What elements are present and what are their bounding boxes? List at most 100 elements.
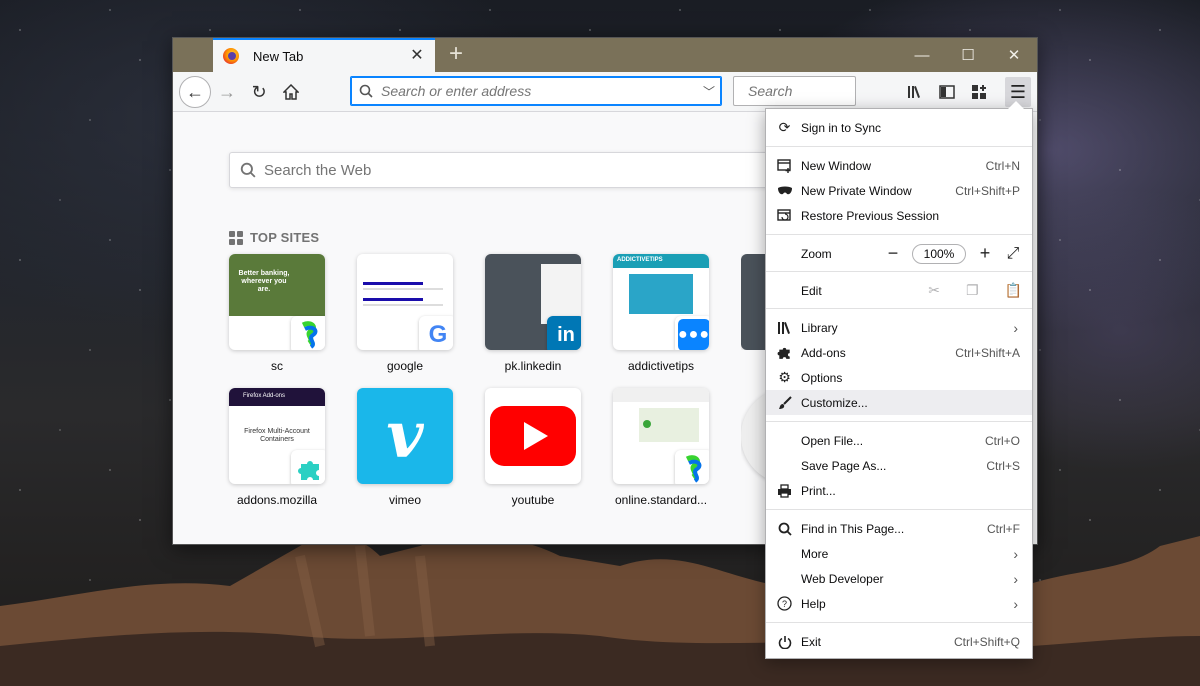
title-bar: New Tab ✕ + — ☐ ✕ <box>173 38 1037 72</box>
top-site-linkedin[interactable]: in pk.linkedin <box>485 254 581 373</box>
puzzle-piece-icon <box>776 344 793 361</box>
menu-shortcut: Ctrl+Shift+A <box>955 345 1020 360</box>
extensions-icon[interactable] <box>965 78 993 106</box>
menu-item-label: New Private Window <box>801 183 912 198</box>
top-site-youtube[interactable]: youtube <box>485 388 581 507</box>
menu-restore-session[interactable]: Restore Previous Session <box>766 203 1032 228</box>
menu-print[interactable]: Print... <box>766 478 1032 503</box>
library-icon <box>776 319 793 336</box>
menu-separator <box>766 509 1032 510</box>
new-window-icon <box>776 157 793 174</box>
menu-options[interactable]: ⚙ Options <box>766 365 1032 390</box>
menu-save-page[interactable]: Save Page As... Ctrl+S <box>766 453 1032 478</box>
menu-web-developer[interactable]: Web Developer › <box>766 566 1032 591</box>
chevron-down-icon[interactable]: ﹀ <box>697 83 721 100</box>
zoom-out-minus-icon[interactable]: − <box>884 243 902 264</box>
google-logo-icon: G <box>419 316 453 350</box>
library-icon[interactable] <box>901 78 929 106</box>
menu-item-label: Find in This Page... <box>801 521 905 536</box>
chevron-right-icon: › <box>1013 319 1018 336</box>
menu-shortcut: Ctrl+S <box>986 458 1020 473</box>
menu-separator <box>766 308 1032 309</box>
top-sites-title: TOP SITES <box>250 230 320 245</box>
search-bar[interactable] <box>733 76 930 106</box>
site-thumbnail: ADDICTIVETIPS ●●● <box>613 254 709 350</box>
minimize-icon[interactable]: — <box>899 38 945 72</box>
site-label: addons.mozilla <box>236 493 318 507</box>
edit-controls: ✂ ❐ 📋 <box>928 278 1022 303</box>
tab-new-tab[interactable]: New Tab ✕ <box>213 38 435 72</box>
thumbnail-banner-text: Better banking, wherever you are. <box>238 270 290 293</box>
navigation-toolbar: ← → ↻ ﹀ ☰ <box>173 72 1037 112</box>
menu-add-ons[interactable]: Add-ons Ctrl+Shift+A <box>766 340 1032 365</box>
address-input[interactable] <box>381 83 697 99</box>
app-menu-panel: ⟳ Sign in to Sync New Window Ctrl+N New … <box>765 101 1033 659</box>
thumbnail-header-text: Firefox Add-ons <box>243 393 286 399</box>
menu-item-label: Print... <box>801 483 836 498</box>
home-icon[interactable] <box>277 78 305 106</box>
zoom-in-plus-icon[interactable]: + <box>976 243 994 264</box>
menu-item-label: Options <box>801 370 843 385</box>
menu-item-label: Customize... <box>801 395 868 410</box>
sync-icon: ⟳ <box>778 119 791 135</box>
menu-more[interactable]: More › <box>766 541 1032 566</box>
menu-separator <box>766 271 1032 272</box>
menu-shortcut: Ctrl+O <box>984 433 1020 448</box>
linkedin-logo-icon: in <box>547 316 581 350</box>
site-thumbnail: G <box>357 254 453 350</box>
reload-icon[interactable]: ↻ <box>245 78 273 106</box>
site-label: online.standard... <box>614 493 708 507</box>
top-site-sc[interactable]: Better banking, wherever you are. sc <box>229 254 325 373</box>
menu-find-in-page[interactable]: Find in This Page... Ctrl+F <box>766 516 1032 541</box>
menu-exit[interactable]: Exit Ctrl+Shift+Q <box>766 629 1032 654</box>
vimeo-logo-icon: v <box>357 388 453 484</box>
power-icon <box>776 633 793 650</box>
address-bar[interactable]: ﹀ <box>350 76 722 106</box>
paintbrush-icon <box>776 394 793 411</box>
web-search-box[interactable] <box>229 152 789 188</box>
menu-item-label: Open File... <box>801 433 864 448</box>
top-site-addons-mozilla[interactable]: Firefox Add-ons Firefox Multi-Account Co… <box>229 388 325 507</box>
printer-icon <box>776 482 793 499</box>
search-icon <box>240 162 256 178</box>
chevron-right-icon: › <box>1013 545 1018 562</box>
top-site-partial-2[interactable] <box>741 388 765 484</box>
menu-library[interactable]: Library › <box>766 315 1032 340</box>
search-icon <box>776 520 793 537</box>
top-site-addictivetips[interactable]: ADDICTIVETIPS ●●● addictivetips <box>613 254 709 373</box>
menu-zoom-row: Zoom − 100% + ⤢ <box>766 241 1032 266</box>
back-arrow-icon[interactable]: ← <box>179 76 211 108</box>
menu-help[interactable]: ? Help › <box>766 591 1032 616</box>
paste-clipboard-icon[interactable]: 📋 <box>1005 282 1022 299</box>
copy-icon[interactable]: ❐ <box>966 282 979 299</box>
close-window-icon[interactable]: ✕ <box>991 38 1037 72</box>
menu-new-private-window[interactable]: New Private Window Ctrl+Shift+P <box>766 178 1032 203</box>
new-tab-plus-icon[interactable]: + <box>443 42 469 68</box>
site-label: sc <box>271 359 283 373</box>
menu-item-label: Zoom <box>801 246 832 261</box>
menu-item-label: New Window <box>801 158 872 173</box>
help-question-icon: ? <box>776 595 793 612</box>
web-search-input[interactable] <box>264 161 788 179</box>
svg-text:?: ? <box>782 599 787 609</box>
top-site-vimeo[interactable]: v vimeo <box>357 388 453 507</box>
zoom-level-reset-button[interactable]: 100% <box>912 243 966 264</box>
chevron-right-icon: › <box>1013 570 1018 587</box>
zoom-controls: − 100% + ⤢ <box>884 241 1022 266</box>
menu-open-file[interactable]: Open File... Ctrl+O <box>766 428 1032 453</box>
menu-item-label: Save Page As... <box>801 458 887 473</box>
top-site-google[interactable]: G google <box>357 254 453 373</box>
sidebar-icon[interactable] <box>933 78 961 106</box>
top-site-online-standard[interactable]: online.standard... <box>613 388 709 507</box>
site-label: google <box>386 359 424 373</box>
close-tab-icon[interactable]: ✕ <box>409 48 425 64</box>
menu-customize[interactable]: Customize... <box>766 390 1032 415</box>
top-sites-grid-icon <box>229 230 243 245</box>
forward-arrow-icon[interactable]: → <box>213 78 241 106</box>
fullscreen-expand-icon[interactable]: ⤢ <box>1004 245 1022 263</box>
menu-sign-in-sync[interactable]: ⟳ Sign in to Sync <box>766 115 1032 140</box>
maximize-icon[interactable]: ☐ <box>945 38 991 72</box>
cut-scissors-icon[interactable]: ✂ <box>928 282 940 299</box>
menu-new-window[interactable]: New Window Ctrl+N <box>766 153 1032 178</box>
top-sites-heading: TOP SITES <box>229 230 319 245</box>
